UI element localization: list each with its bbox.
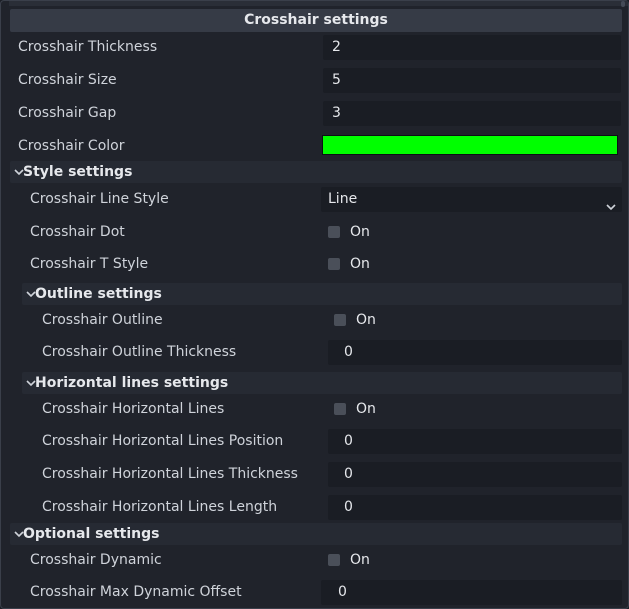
row-crosshair-horizontal-lines-position: Crosshair Horizontal Lines Position 0 [1,427,629,455]
crosshair-outline-label: Crosshair Outline [42,312,163,328]
crosshair-outline-thickness-input[interactable]: 0 [328,340,622,365]
row-crosshair-thickness: Crosshair Thickness 2 [1,33,629,61]
settings-panel: Crosshair settings Crosshair Thickness 2… [0,0,629,609]
crosshair-t-style-on-label[interactable]: On [350,250,370,278]
crosshair-outline-checkbox[interactable] [334,314,346,326]
crosshair-size-label: Crosshair Size [18,72,117,88]
crosshair-line-style-value: Line [328,191,358,207]
crosshair-outline-thickness-label: Crosshair Outline Thickness [42,344,237,360]
optional-settings-section[interactable]: Optional settings [10,523,622,545]
panel-top-edge [9,1,628,6]
style-settings-title: Style settings [23,164,133,180]
row-crosshair-gap: Crosshair Gap 3 [1,99,629,127]
crosshair-dynamic-label: Crosshair Dynamic [30,552,162,568]
crosshair-horizontal-lines-thickness-label: Crosshair Horizontal Lines Thickness [42,466,298,482]
crosshair-line-style-dropdown[interactable]: Line [321,187,622,212]
crosshair-horizontal-lines-position-input[interactable]: 0 [328,429,622,454]
crosshair-size-value: 5 [332,72,341,88]
outline-settings-section[interactable]: Outline settings [22,283,622,305]
optional-settings-title: Optional settings [23,526,160,542]
crosshair-thickness-label: Crosshair Thickness [18,39,158,55]
crosshair-gap-input[interactable]: 3 [323,101,621,126]
crosshair-max-dynamic-offset-label: Crosshair Max Dynamic Offset [30,584,242,600]
row-crosshair-horizontal-lines-length: Crosshair Horizontal Lines Length 0 [1,493,629,521]
crosshair-horizontal-lines-length-value: 0 [344,499,353,515]
row-crosshair-dot: Crosshair Dot On [1,218,629,246]
crosshair-dynamic-checkbox[interactable] [328,554,340,566]
crosshair-t-style-label: Crosshair T Style [30,256,149,272]
crosshair-thickness-value: 2 [332,39,341,55]
crosshair-max-dynamic-offset-input[interactable]: 0 [321,580,622,605]
outline-settings-title: Outline settings [35,286,162,302]
crosshair-dynamic-on-label[interactable]: On [350,546,370,574]
crosshair-horizontal-lines-label: Crosshair Horizontal Lines [42,401,225,417]
crosshair-max-dynamic-offset-value: 0 [338,584,347,600]
row-crosshair-horizontal-lines-thickness: Crosshair Horizontal Lines Thickness 0 [1,460,629,488]
row-crosshair-color: Crosshair Color [1,132,629,160]
row-crosshair-outline-thickness: Crosshair Outline Thickness 0 [1,338,629,366]
crosshair-horizontal-lines-on-label[interactable]: On [356,395,376,423]
crosshair-horizontal-lines-thickness-value: 0 [344,466,353,482]
row-crosshair-outline: Crosshair Outline On [1,306,629,334]
crosshair-dot-checkbox[interactable] [328,226,340,238]
panel-title: Crosshair settings [10,9,622,32]
crosshair-dot-label: Crosshair Dot [30,224,125,240]
crosshair-outline-on-label[interactable]: On [356,306,376,334]
crosshair-dot-on-label[interactable]: On [350,218,370,246]
horizontal-lines-settings-section[interactable]: Horizontal lines settings [22,372,622,394]
horizontal-lines-settings-title: Horizontal lines settings [35,375,229,391]
row-crosshair-horizontal-lines: Crosshair Horizontal Lines On [1,395,629,423]
style-settings-section[interactable]: Style settings [10,161,622,183]
crosshair-color-picker[interactable] [322,135,618,155]
crosshair-horizontal-lines-length-label: Crosshair Horizontal Lines Length [42,499,278,515]
scrollbar-thumb[interactable] [621,1,625,7]
crosshair-outline-thickness-value: 0 [344,344,353,360]
crosshair-line-style-label: Crosshair Line Style [30,191,169,207]
crosshair-horizontal-lines-position-value: 0 [344,433,353,449]
crosshair-gap-value: 3 [332,105,341,121]
crosshair-thickness-input[interactable]: 2 [323,35,621,60]
row-crosshair-line-style: Crosshair Line Style Line [1,185,629,213]
chevron-down-icon [606,195,616,220]
row-crosshair-size: Crosshair Size 5 [1,66,629,94]
crosshair-horizontal-lines-length-input[interactable]: 0 [328,495,622,520]
row-crosshair-t-style: Crosshair T Style On [1,250,629,278]
crosshair-horizontal-lines-position-label: Crosshair Horizontal Lines Position [42,433,284,449]
row-crosshair-max-dynamic-offset: Crosshair Max Dynamic Offset 0 [1,578,629,606]
row-crosshair-dynamic: Crosshair Dynamic On [1,546,629,574]
crosshair-color-label: Crosshair Color [18,138,125,154]
crosshair-horizontal-lines-checkbox[interactable] [334,403,346,415]
crosshair-horizontal-lines-thickness-input[interactable]: 0 [328,462,622,487]
crosshair-t-style-checkbox[interactable] [328,258,340,270]
crosshair-size-input[interactable]: 5 [323,68,621,93]
crosshair-gap-label: Crosshair Gap [18,105,117,121]
